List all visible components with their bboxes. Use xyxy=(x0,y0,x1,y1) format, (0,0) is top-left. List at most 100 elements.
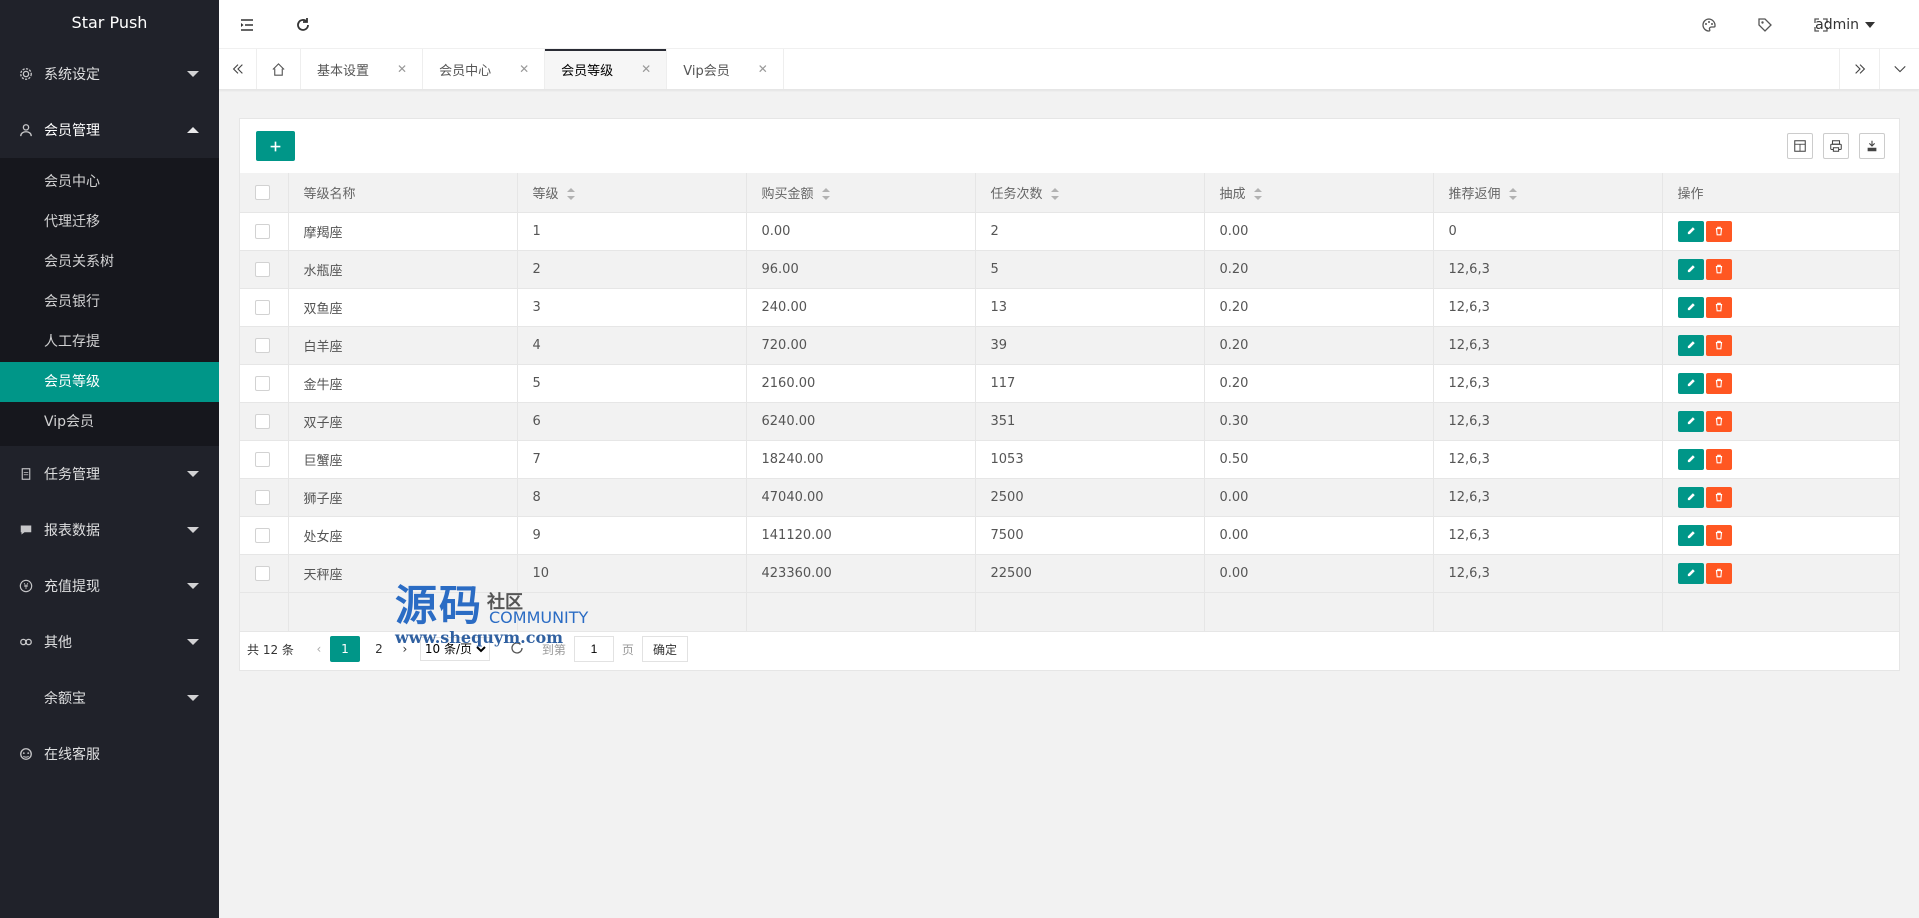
sidebar-item-label: 余额宝 xyxy=(44,691,86,707)
edit-button[interactable] xyxy=(1677,220,1704,242)
submenu-item-member-center[interactable]: 会员中心 xyxy=(0,162,219,202)
column-header-task-count[interactable]: 任务次数 xyxy=(975,173,1205,213)
sort-icon[interactable] xyxy=(821,188,830,201)
export-icon[interactable] xyxy=(1859,133,1885,159)
tag-icon[interactable] xyxy=(1743,0,1787,49)
delete-button[interactable] xyxy=(1705,448,1732,470)
edit-button[interactable] xyxy=(1677,486,1704,508)
refresh-icon[interactable] xyxy=(281,0,325,49)
close-icon[interactable]: ✕ xyxy=(641,62,651,76)
tabs-menu-icon[interactable] xyxy=(1879,49,1919,89)
collapse-menu-icon[interactable] xyxy=(225,0,269,49)
sidebar-item-other[interactable]: 其他 xyxy=(0,614,219,670)
submenu-item-vip-member[interactable]: Vip会员 xyxy=(0,402,219,442)
sidebar-item-system-settings[interactable]: 系统设定 xyxy=(0,46,219,102)
row-select-cell[interactable] xyxy=(240,440,289,479)
sort-icon[interactable] xyxy=(1050,188,1059,201)
sidebar-item-label: 系统设定 xyxy=(44,67,100,83)
sidebar-item-recharge-withdraw[interactable]: ¥ 充值提现 xyxy=(0,558,219,614)
row-select-cell[interactable] xyxy=(240,250,289,289)
delete-button[interactable] xyxy=(1705,372,1732,394)
row-select-cell[interactable] xyxy=(240,212,289,251)
sort-icon[interactable] xyxy=(1508,188,1517,201)
delete-button[interactable] xyxy=(1705,258,1732,280)
add-level-button[interactable] xyxy=(256,131,295,161)
row-select-cell[interactable] xyxy=(240,402,289,441)
home-icon[interactable] xyxy=(257,49,301,89)
print-icon[interactable] xyxy=(1823,133,1849,159)
row-checkbox[interactable] xyxy=(255,337,270,353)
user-icon xyxy=(18,122,34,138)
column-header-referral-rebate[interactable]: 推荐返佣 xyxy=(1433,173,1663,213)
cell-referral-rebate: 12,6,3 xyxy=(1433,516,1663,555)
tabs-scroll-left-icon[interactable] xyxy=(219,49,257,89)
row-checkbox[interactable] xyxy=(255,261,270,277)
delete-button[interactable] xyxy=(1705,410,1732,432)
row-select-cell[interactable] xyxy=(240,554,289,593)
theme-palette-icon[interactable] xyxy=(1687,0,1731,49)
edit-button[interactable] xyxy=(1677,258,1704,280)
delete-button[interactable] xyxy=(1705,562,1732,584)
cell-purchase-amount: 423360.00 xyxy=(746,554,976,593)
row-checkbox[interactable] xyxy=(255,375,270,391)
row-select-cell[interactable] xyxy=(240,364,289,403)
row-select-cell[interactable] xyxy=(240,516,289,555)
delete-button[interactable] xyxy=(1705,486,1732,508)
page-button-2[interactable]: 2 xyxy=(364,636,394,662)
row-checkbox[interactable] xyxy=(255,223,270,239)
row-checkbox[interactable] xyxy=(255,451,270,467)
sort-icon[interactable] xyxy=(566,188,575,201)
column-label: 等级 xyxy=(532,186,559,202)
row-checkbox[interactable] xyxy=(255,489,270,505)
edit-button[interactable] xyxy=(1677,524,1704,546)
edit-button[interactable] xyxy=(1677,372,1704,394)
edit-button[interactable] xyxy=(1677,334,1704,356)
prev-page-icon[interactable]: ‹ xyxy=(310,642,328,656)
tab-member-center[interactable]: 会员中心 ✕ xyxy=(423,49,546,89)
row-checkbox[interactable] xyxy=(255,299,270,315)
edit-button[interactable] xyxy=(1677,296,1704,318)
edit-button[interactable] xyxy=(1677,448,1704,470)
submenu-item-member-level[interactable]: 会员等级 xyxy=(0,362,219,402)
table-row: 白羊座 4 720.00 39 0.20 12,6,3 xyxy=(240,326,1900,365)
edit-button[interactable] xyxy=(1677,562,1704,584)
page-button-1[interactable]: 1 xyxy=(329,636,360,662)
submenu-item-member-tree[interactable]: 会员关系树 xyxy=(0,242,219,282)
cell-commission: 0.20 xyxy=(1204,326,1434,365)
sidebar-item-online-service[interactable]: 在线客服 xyxy=(0,726,219,782)
column-header-level[interactable]: 等级 xyxy=(517,173,747,213)
row-select-cell[interactable] xyxy=(240,326,289,365)
sidebar-item-yuebao[interactable]: 余额宝 xyxy=(0,670,219,726)
tab-member-level[interactable]: 会员等级 ✕ xyxy=(545,49,668,89)
row-checkbox[interactable] xyxy=(255,413,270,429)
column-header-purchase-amount[interactable]: 购买金额 xyxy=(746,173,976,213)
select-all-cell[interactable] xyxy=(240,173,289,213)
tabs-scroll-right-icon[interactable] xyxy=(1839,49,1879,89)
close-icon[interactable]: ✕ xyxy=(519,62,529,76)
row-select-cell[interactable] xyxy=(240,288,289,327)
tab-basic-settings[interactable]: 基本设置 ✕ xyxy=(301,49,424,89)
sidebar-item-reports[interactable]: 报表数据 xyxy=(0,502,219,558)
sort-icon[interactable] xyxy=(1253,188,1262,201)
row-checkbox[interactable] xyxy=(255,527,270,543)
sidebar-item-member-management[interactable]: 会员管理 xyxy=(0,102,219,158)
edit-button[interactable] xyxy=(1677,410,1704,432)
column-header-commission[interactable]: 抽成 xyxy=(1204,173,1434,213)
tab-vip-member[interactable]: Vip会员 ✕ xyxy=(667,49,784,89)
submenu-item-manual-deposit[interactable]: 人工存提 xyxy=(0,322,219,362)
sidebar-item-task-management[interactable]: 任务管理 xyxy=(0,446,219,502)
select-all-checkbox[interactable] xyxy=(255,184,270,200)
delete-button[interactable] xyxy=(1705,524,1732,546)
goto-confirm-button[interactable]: 确定 xyxy=(641,636,688,662)
submenu-item-agent-migration[interactable]: 代理迁移 xyxy=(0,202,219,242)
row-checkbox[interactable] xyxy=(255,565,270,581)
row-select-cell[interactable] xyxy=(240,478,289,517)
submenu-item-member-bank[interactable]: 会员银行 xyxy=(0,282,219,322)
close-icon[interactable]: ✕ xyxy=(758,62,768,76)
delete-button[interactable] xyxy=(1705,220,1732,242)
delete-button[interactable] xyxy=(1705,296,1732,318)
close-icon[interactable]: ✕ xyxy=(397,62,407,76)
columns-filter-icon[interactable] xyxy=(1787,133,1813,159)
delete-button[interactable] xyxy=(1705,334,1732,356)
user-menu[interactable]: admin xyxy=(1815,0,1875,49)
